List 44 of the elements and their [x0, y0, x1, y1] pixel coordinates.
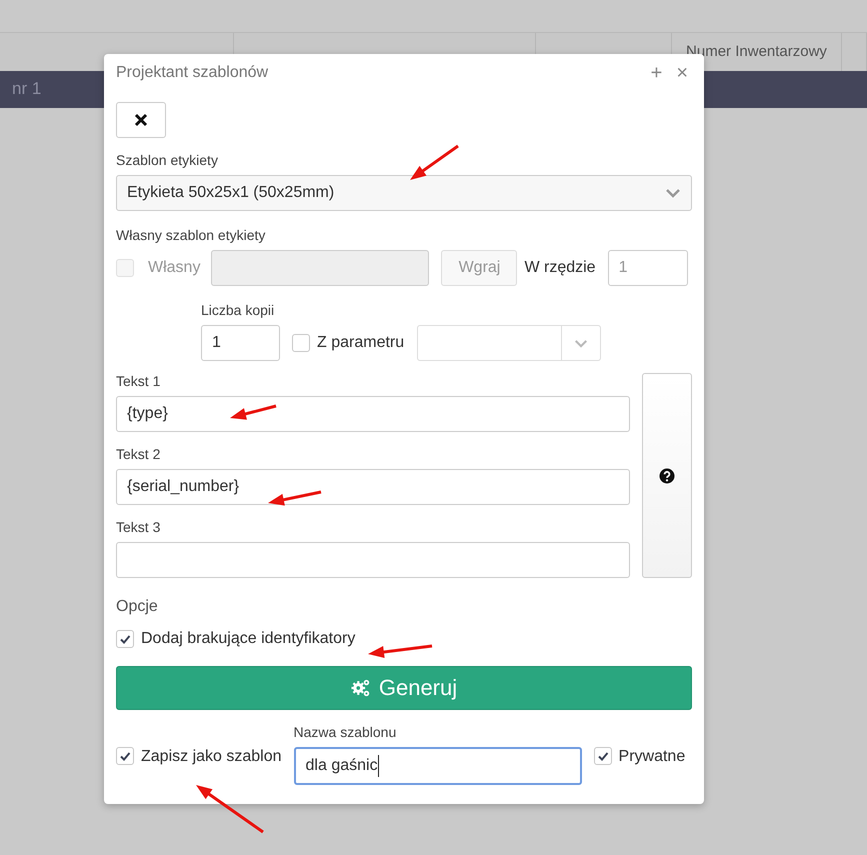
close-button[interactable] [116, 102, 166, 138]
window-title: Projektant szablonów [116, 64, 268, 82]
field-label: Własny szablon etykiety [116, 227, 266, 243]
field-label: Tekst 1 [116, 373, 160, 389]
annotation-arrow [230, 404, 276, 420]
input-field[interactable]: 1 [201, 325, 280, 361]
check-icon [119, 633, 131, 645]
field-label: W rzędzie [524, 259, 596, 277]
maximize-button[interactable]: + [646, 63, 666, 83]
gears-icon [350, 678, 371, 698]
input-field[interactable]: {type} [116, 396, 630, 432]
chevron-icon [574, 338, 588, 348]
checkbox[interactable] [292, 334, 310, 352]
section-title: Opcje [116, 598, 158, 616]
checkbox-label: Zapisz jako szablon [141, 748, 282, 766]
file-field[interactable] [211, 250, 430, 286]
help-button[interactable] [642, 373, 692, 578]
input-field[interactable]: dla gaśnic [294, 747, 582, 785]
close-icon [134, 113, 148, 127]
checkbox-label: Własny [148, 259, 200, 277]
parameter-dropdown[interactable] [417, 325, 602, 361]
input-field[interactable]: {serial_number} [116, 469, 630, 505]
annotation-arrow [368, 644, 432, 658]
field-label: Nazwa szablonu [294, 724, 396, 740]
check-icon [119, 750, 131, 762]
annotation-arrow [268, 490, 322, 506]
checkbox-label: Dodaj brakujące identyfikatory [141, 630, 356, 648]
input-field[interactable] [116, 542, 630, 578]
checkbox-label: Z parametru [317, 334, 404, 352]
check-icon [596, 750, 609, 762]
checkbox-label: Prywatne [618, 748, 686, 766]
checkbox[interactable] [116, 747, 134, 765]
annotation-arrow [196, 785, 264, 834]
field-label: Tekst 3 [116, 519, 160, 535]
checkbox[interactable] [116, 630, 134, 648]
help-icon [659, 468, 675, 484]
checkbox[interactable] [594, 747, 612, 765]
field-label: Liczba kopii [201, 302, 274, 318]
template-dropdown[interactable]: Etykieta 50x25x1 (50x25mm) [116, 175, 692, 211]
chevron-icon [665, 188, 681, 198]
table-cell: nr 1 [12, 79, 42, 99]
annotation-arrow [410, 144, 459, 180]
field-label: Tekst 2 [116, 446, 160, 462]
field-label: Szablon etykiety [116, 152, 218, 168]
